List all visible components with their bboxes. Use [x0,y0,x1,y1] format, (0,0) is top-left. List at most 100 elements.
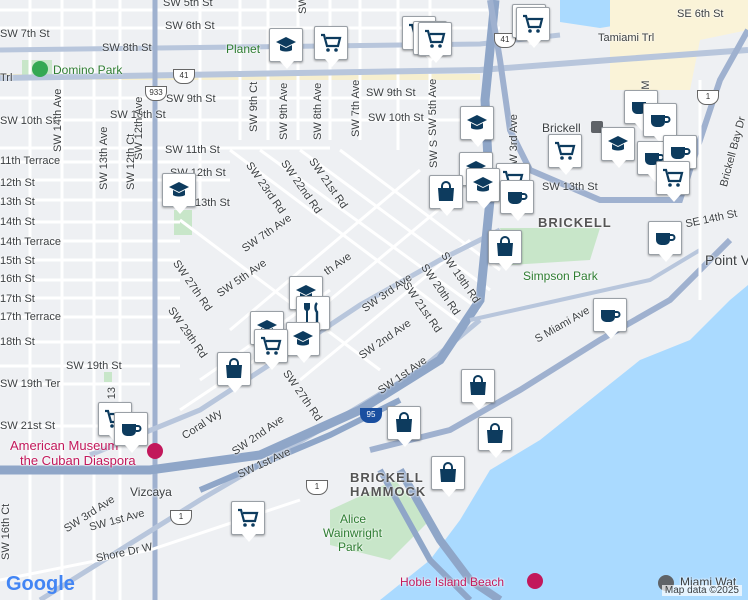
point-view-label[interactable]: Point V [705,252,748,268]
shopping-bag-icon [497,236,513,256]
poi-marker[interactable] [431,456,465,497]
shopping-bag-icon [396,412,412,432]
shopping-bag-icon [440,462,456,482]
poi-marker[interactable] [648,221,682,262]
alice-wainwright-label[interactable]: Alice [340,512,366,526]
poi-marker[interactable] [593,298,627,339]
street-label: SW 8th St [102,42,152,54]
poi-marker[interactable] [314,26,348,67]
street-label: 14th St [0,216,35,228]
us1-shield: 1 [170,510,192,525]
shopping-bag-icon [470,375,486,395]
poi-marker[interactable] [387,406,421,447]
brickell-station-label[interactable]: Brickell [542,121,581,135]
school-icon [473,177,493,192]
coffee-icon [656,233,676,245]
us1-shield: 1 [697,90,719,105]
poi-marker[interactable] [460,106,494,147]
street-label: SW 7th St [0,28,50,40]
poi-marker[interactable] [466,168,500,209]
poi-marker[interactable] [429,175,463,216]
museum-label[interactable]: American Museum [10,438,118,453]
i95-shield: 95 [360,408,382,423]
poi-marker[interactable] [461,369,495,410]
street-label: SW 10th St [368,112,424,124]
poi-marker[interactable] [114,412,148,453]
google-logo: Google [6,573,75,596]
poi-marker[interactable] [286,322,320,363]
brickell-hammock-label: HAMMOCK [350,484,427,499]
street-label: SW 11th St [165,144,220,156]
street-label: 14th Terrace [0,236,61,248]
coffee-icon [122,424,142,436]
google-logo-text: Google [6,573,75,595]
street-label: SW 12th Ave [133,96,145,160]
street-label: SW S [428,139,440,168]
alice-wainwright-label[interactable]: Wainwright [323,526,382,540]
domino-park-label[interactable]: Domino Park [53,63,122,77]
route933-shield: 933 [145,86,167,101]
beach-icon[interactable] [527,573,543,589]
poi-marker[interactable] [516,7,550,48]
museum-icon[interactable] [147,443,163,459]
street-label: SW 6th St [165,20,215,32]
cart-icon [321,33,342,52]
street-label: SE 6th St [677,8,724,20]
shopping-bag-icon [487,423,503,443]
poi-marker[interactable] [231,501,265,542]
poi-marker[interactable] [548,134,582,175]
street-label: SW 19th St [66,360,122,372]
street-label: SW 14th Ave [52,88,64,152]
park-small [104,372,112,382]
street-label: 13th St [0,196,35,208]
street-label: 18th St [0,336,35,348]
street-label: 11th Terrace [0,155,61,167]
brickell-hammock-label: BRICKELL [350,470,424,485]
park-icon [32,61,48,77]
shopping-bag-icon [438,181,454,201]
street-label: 15th St [0,255,35,267]
us41-shield: 41 [173,69,195,84]
poi-marker[interactable] [269,28,303,69]
street-label: SW 5th St [163,0,213,9]
cart-icon [238,508,259,527]
street-label: 16th St [0,273,35,285]
street-label: SW 5th Ave [427,78,439,136]
map-canvas[interactable]: 41 41 933 1 1 1 95 SW 5th St SW 6th St S… [0,0,748,600]
poi-marker[interactable] [601,127,635,168]
street-label: SW 21st St [0,420,56,432]
street-label: SW 9th Ct [248,81,260,132]
street-label: SW 9th Ave [278,82,290,140]
street-label: Tamiami Trl [598,32,655,44]
poi-marker[interactable] [217,352,251,393]
poi-marker[interactable] [488,230,522,271]
coffee-icon [601,310,621,322]
street-label: SW 16th Ct [0,503,12,560]
street-label: SW 2 [297,0,309,14]
street-label: 13th St [195,197,230,209]
museum-label[interactable]: the Cuban Diaspora [20,453,136,468]
poi-marker[interactable] [643,103,677,144]
poi-marker[interactable] [162,173,196,214]
poi-marker[interactable] [478,417,512,458]
street-label: SW 19th Ter [0,378,61,390]
street-label: SW 10th St [0,115,56,127]
poi-marker[interactable] [656,161,690,202]
alice-wainwright-label[interactable]: Park [338,540,363,554]
map-data-attribution[interactable]: Map data ©2025 [661,585,742,596]
street-label: SW 7th Ave [350,79,362,137]
hobie-island-label[interactable]: Hobie Island Beach [400,575,504,589]
planet-label[interactable]: Planet [226,42,260,56]
street-label: SW 8th Ave [312,82,324,140]
street-label: SW 13th St [542,181,598,193]
poi-marker[interactable] [418,22,452,63]
brickell-area-label: BRICKELL [538,215,612,230]
school-icon [293,331,313,346]
street-label: 17th Terrace [0,311,61,323]
poi-marker[interactable] [500,180,534,221]
poi-marker[interactable] [254,329,288,370]
simpson-park-label[interactable]: Simpson Park [523,269,598,283]
shopping-bag-icon [226,358,242,378]
vizcaya-label[interactable]: Vizcaya [130,485,172,499]
cart-icon [663,168,684,187]
